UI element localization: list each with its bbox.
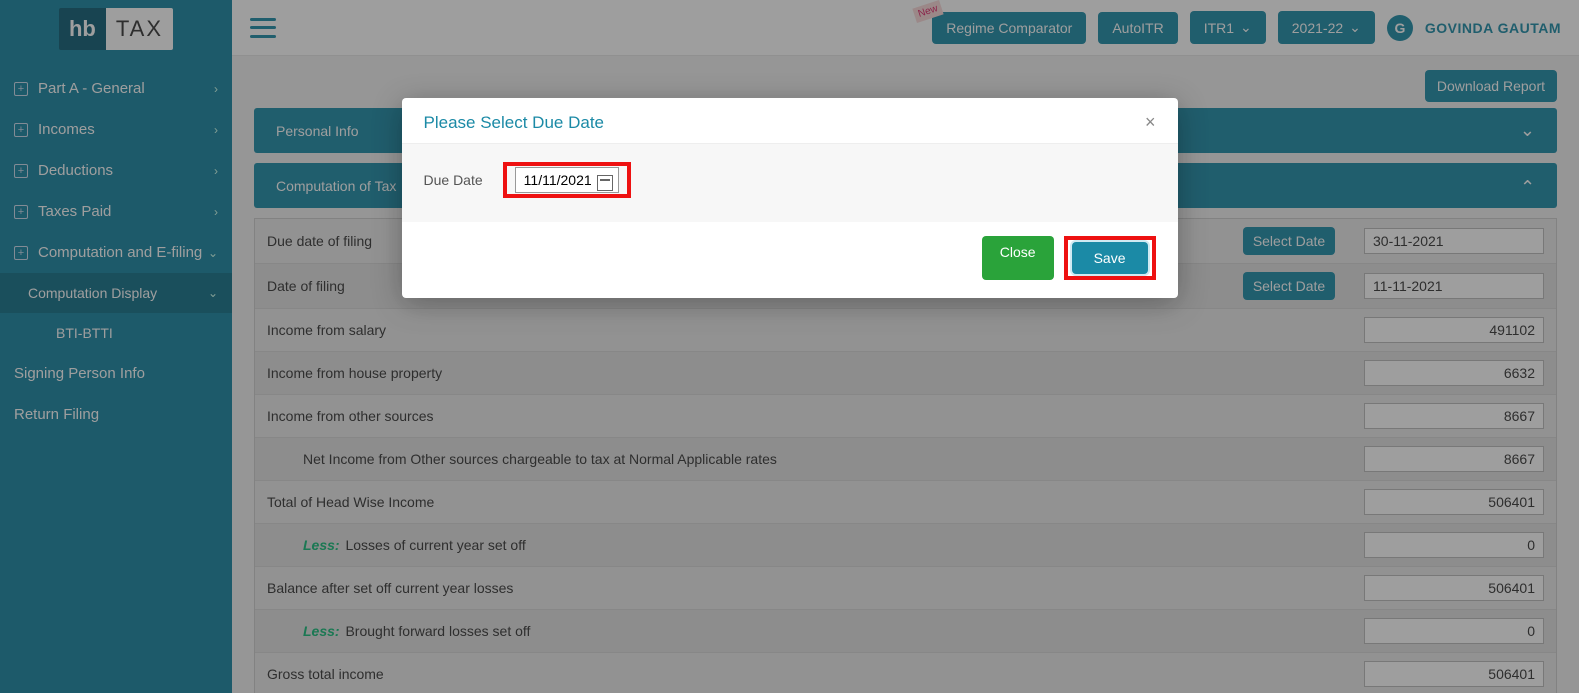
close-icon[interactable]: × <box>1145 112 1156 133</box>
date-input-highlight: 11/11/2021 <box>503 162 631 198</box>
save-button-highlight: Save <box>1064 236 1156 280</box>
button-label: Close <box>1000 244 1036 260</box>
save-button[interactable]: Save <box>1072 242 1148 274</box>
due-date-label: Due Date <box>424 172 483 188</box>
modal-title: Please Select Due Date <box>424 113 605 133</box>
close-button[interactable]: Close <box>982 236 1054 280</box>
button-label: Save <box>1094 250 1126 266</box>
calendar-icon[interactable] <box>597 175 613 191</box>
due-date-modal: Please Select Due Date × Due Date 11/11/… <box>402 98 1178 298</box>
